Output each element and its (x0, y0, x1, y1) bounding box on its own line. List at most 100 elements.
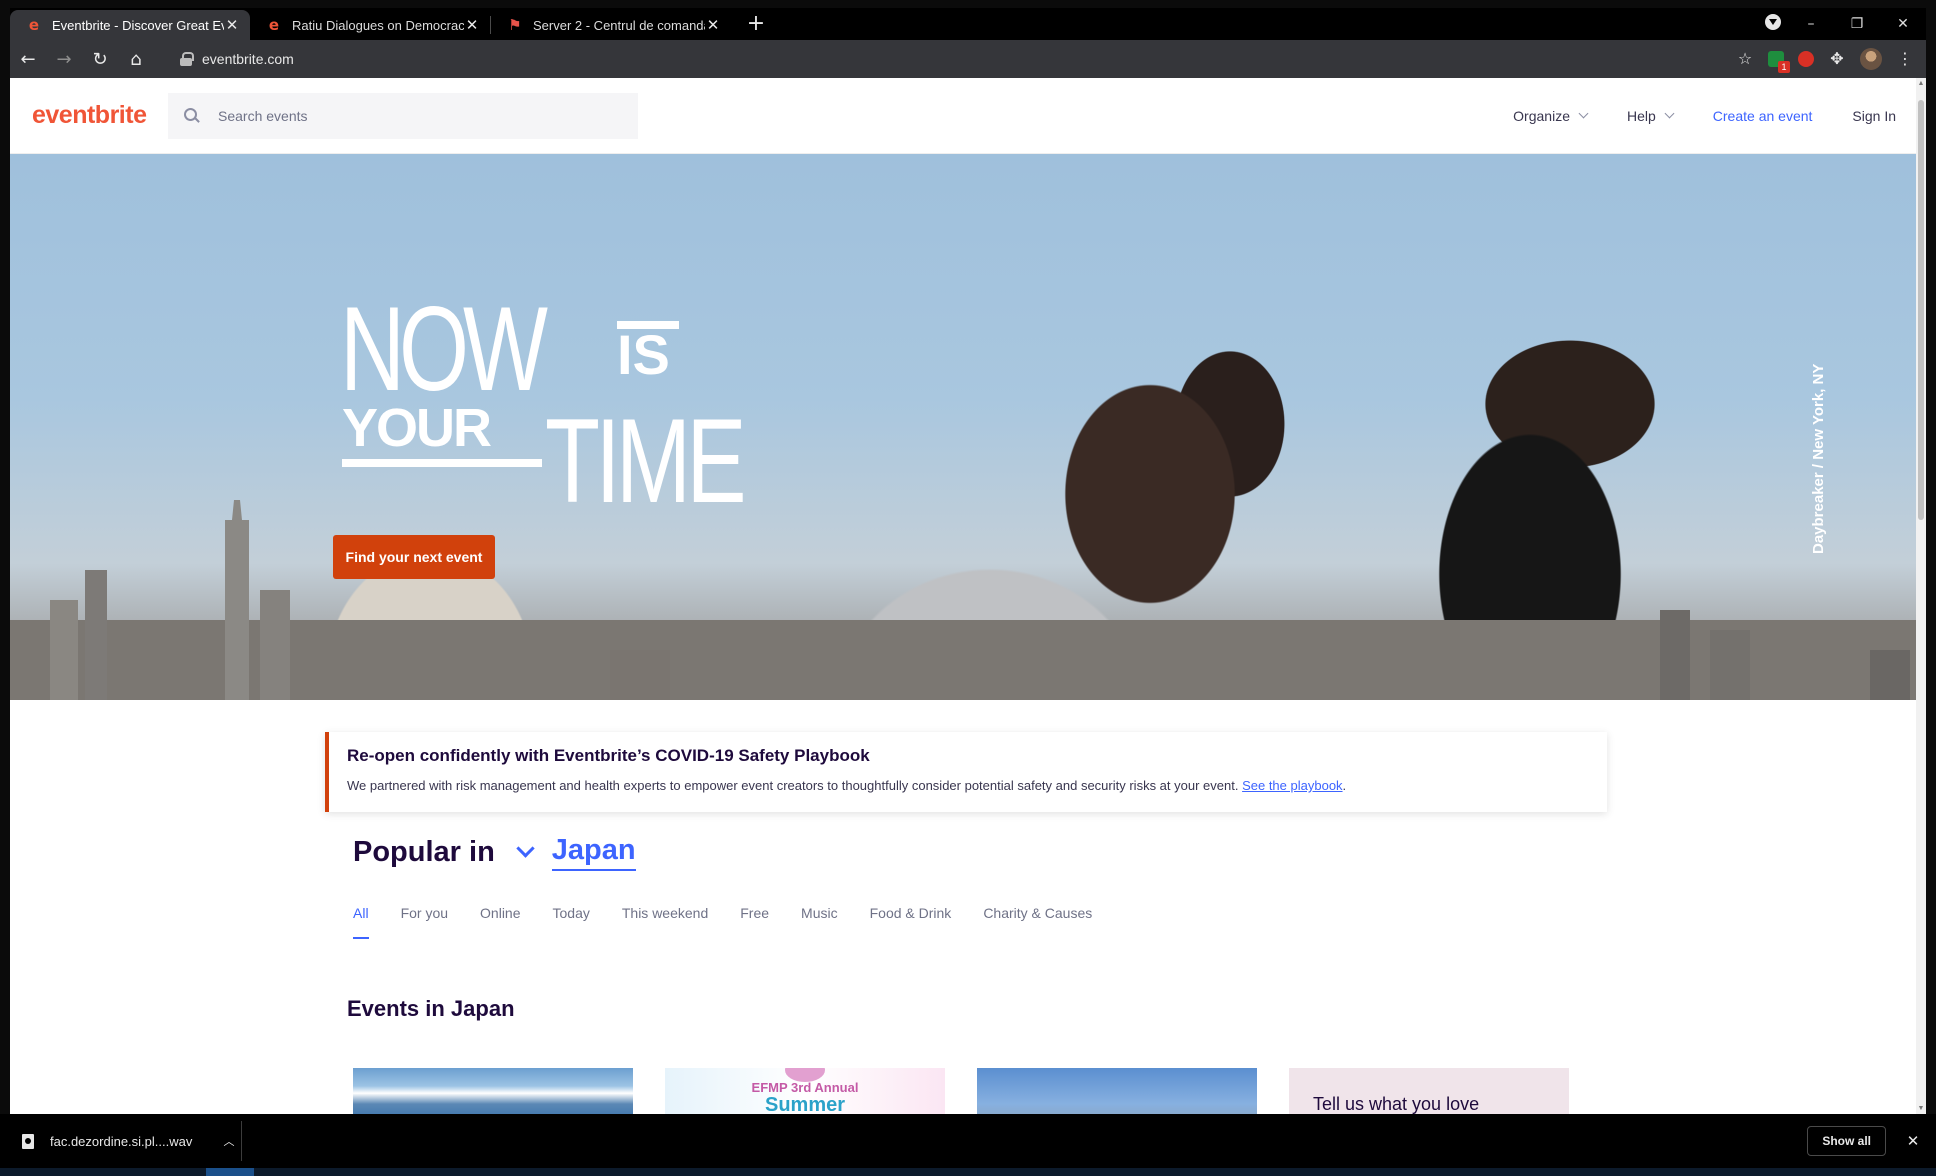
close-tab-icon[interactable]: ✕ (705, 16, 721, 34)
tab-title: Server 2 - Centrul de comanda (533, 17, 705, 33)
scroll-up-arrow-icon[interactable]: ▲ (1916, 80, 1926, 87)
popular-in-header: Popular in Japan (353, 834, 636, 871)
tab-music[interactable]: Music (801, 905, 838, 933)
taskbar-active-app[interactable] (206, 1168, 254, 1176)
tab-all[interactable]: All (353, 905, 369, 939)
kebab-menu-icon[interactable]: ⋮ (1896, 50, 1914, 68)
page-viewport: eventbrite Search events Organize Help C… (10, 78, 1916, 1114)
download-filename: fac.dezordine.si.pl....wav (50, 1133, 193, 1149)
help-menu[interactable]: Help (1607, 108, 1693, 124)
close-tab-icon[interactable]: ✕ (224, 16, 240, 34)
tab-this-weekend[interactable]: This weekend (622, 905, 708, 933)
tab-online[interactable]: Online (480, 905, 520, 933)
photo-credit: Daybreaker / New York, NY (1810, 364, 1840, 654)
tab-for-you[interactable]: For you (401, 905, 448, 933)
show-all-downloads-button[interactable]: Show all (1807, 1126, 1886, 1156)
header-nav: Organize Help Create an event Sign In (1493, 108, 1916, 124)
chevron-up-icon[interactable]: ︿ (217, 1133, 241, 1149)
toolbar-actions: ☆ 1 ✥ ⋮ (1736, 48, 1926, 73)
organize-menu[interactable]: Organize (1493, 108, 1607, 124)
find-next-event-button[interactable]: Find your next event (333, 535, 495, 579)
os-taskbar (0, 1168, 1936, 1176)
location-selector[interactable]: Japan (551, 834, 636, 871)
interests-card[interactable]: Tell us what you love (1289, 1068, 1569, 1114)
headline-bar (342, 459, 542, 467)
notice-title: Re-open confidently with Eventbrite’s CO… (347, 746, 870, 765)
audio-file-icon (22, 1133, 34, 1149)
tab-title: Ratiu Dialogues on Democracy: A (292, 17, 464, 33)
notice-text: We partnered with risk management and he… (347, 778, 1239, 793)
extension-green-icon[interactable]: 1 (1768, 51, 1790, 73)
scroll-down-arrow-icon[interactable]: ▼ (1916, 1105, 1926, 1112)
search-icon (184, 107, 200, 124)
photo-credit-text: Daybreaker / New York, NY (1810, 363, 1827, 554)
sign-in-link[interactable]: Sign In (1832, 108, 1916, 124)
headline-time: TIME (545, 394, 746, 528)
extension-red-icon[interactable] (1798, 51, 1814, 67)
search-placeholder: Search events (218, 107, 308, 124)
headline-is: IS (617, 323, 670, 386)
chevron-down-icon (1664, 108, 1675, 119)
browser-tab-server[interactable]: ⚑ Server 2 - Centrul de comanda ✕ (491, 10, 731, 40)
notice-body: We partnered with risk management and he… (347, 778, 1589, 793)
bookmark-star-icon[interactable]: ☆ (1736, 50, 1754, 68)
back-arrow-icon[interactable]: ← (10, 49, 46, 70)
minimize-button[interactable]: – (1788, 16, 1834, 32)
profile-menu-icon[interactable] (1758, 14, 1788, 34)
covid-safety-notice: Re-open confidently with Eventbrite’s CO… (325, 732, 1607, 812)
headline-now: NOW (340, 282, 548, 416)
lock-icon (180, 52, 194, 66)
eventbrite-favicon-icon: e (268, 16, 280, 34)
browser-tab-eventbrite[interactable]: e Eventbrite - Discover Great Events ✕ (10, 10, 250, 40)
event-card-title: Summer (764, 1094, 846, 1114)
extensions-puzzle-icon[interactable]: ✥ (1828, 50, 1846, 68)
create-event-link[interactable]: Create an event (1693, 108, 1833, 124)
chevron-down-icon[interactable] (516, 839, 535, 858)
tab-today[interactable]: Today (553, 905, 590, 933)
forward-arrow-icon[interactable]: → (46, 49, 82, 70)
eventbrite-favicon-icon: e (28, 16, 40, 34)
events-heading: Events in Japan (347, 996, 515, 1021)
download-item[interactable]: fac.dezordine.si.pl....wav ︿ (22, 1121, 242, 1161)
browser-toolbar: ← → ↻ ⌂ eventbrite.com ☆ 1 ✥ ⋮ (10, 40, 1926, 78)
event-card[interactable] (353, 1068, 633, 1114)
figure-favicon-icon: ⚑ (508, 16, 522, 34)
reload-icon[interactable]: ↻ (82, 49, 118, 70)
tab-title: Eventbrite - Discover Great Events (52, 17, 224, 33)
page-scrollbar[interactable]: ▲ ▼ (1916, 78, 1926, 1114)
hero-banner: NOW IS YOUR TIME Find your next event Da… (10, 154, 1916, 700)
search-events-input[interactable]: Search events (168, 92, 638, 139)
close-window-button[interactable]: ✕ (1880, 16, 1926, 32)
close-icon[interactable]: ✕ (1898, 1132, 1928, 1150)
profile-avatar[interactable] (1860, 48, 1882, 70)
new-tab-button[interactable]: + (741, 10, 771, 40)
see-playbook-link[interactable]: See the playbook (1242, 778, 1342, 793)
address-bar[interactable]: eventbrite.com (166, 45, 1736, 73)
url-text: eventbrite.com (202, 51, 294, 67)
notice-period: . (1342, 778, 1347, 793)
site-header: eventbrite Search events Organize Help C… (10, 78, 1916, 154)
tab-free[interactable]: Free (740, 905, 769, 933)
help-label: Help (1626, 107, 1656, 124)
browser-tab-ratiu[interactable]: e Ratiu Dialogues on Democracy: A ✕ (250, 10, 490, 40)
popular-in-label: Popular in (353, 836, 495, 868)
interests-card-text: Tell us what you love (1313, 1094, 1480, 1114)
close-tab-icon[interactable]: ✕ (464, 16, 480, 34)
tab-charity-causes[interactable]: Charity & Causes (983, 905, 1092, 933)
eventbrite-logo[interactable]: eventbrite (32, 101, 160, 130)
scrollbar-thumb[interactable] (1918, 100, 1924, 520)
tab-food-drink[interactable]: Food & Drink (870, 905, 952, 933)
event-card[interactable]: EFMP 3rd Annual Summer (665, 1068, 945, 1114)
chevron-down-icon (1578, 108, 1589, 119)
browser-tab-strip: e Eventbrite - Discover Great Events ✕ e… (10, 8, 1926, 40)
category-tabs: All For you Online Today This weekend Fr… (353, 905, 1092, 939)
event-card-subtitle: EFMP 3rd Annual (751, 1080, 859, 1095)
event-card[interactable] (977, 1068, 1257, 1114)
organize-label: Organize (1513, 107, 1570, 124)
city-skyline (10, 500, 1916, 700)
download-shelf: fac.dezordine.si.pl....wav ︿ Show all ✕ (0, 1114, 1936, 1168)
headline-your: YOUR (342, 398, 492, 458)
window-controls: – ❐ ✕ (1758, 8, 1926, 40)
restore-button[interactable]: ❐ (1834, 16, 1880, 32)
home-icon[interactable]: ⌂ (118, 49, 154, 70)
